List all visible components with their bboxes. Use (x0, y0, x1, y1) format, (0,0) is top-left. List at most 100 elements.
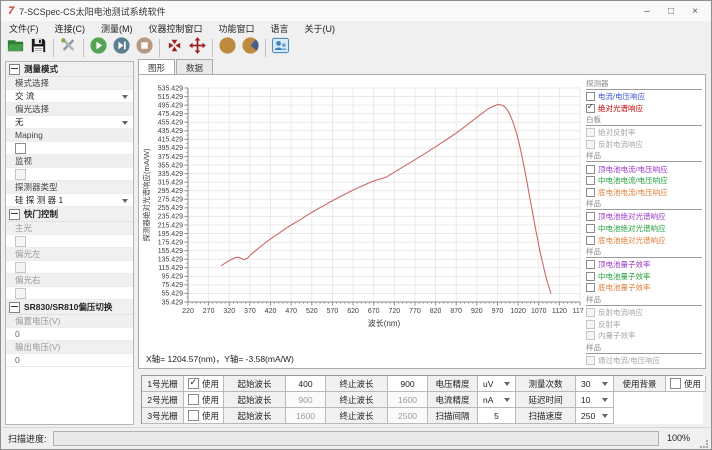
step-forward-button[interactable] (111, 38, 132, 58)
cell-value[interactable]: 900 (286, 392, 326, 408)
cell-checkbox[interactable]: 使用 (184, 408, 224, 424)
save-button[interactable] (28, 38, 49, 58)
svg-text:470: 470 (285, 308, 297, 315)
menu-item-about[interactable]: 关于(U) (297, 22, 344, 35)
collapse-icon[interactable] (9, 64, 20, 75)
measure-option[interactable]: 底电池绝对光谱响应 (586, 234, 702, 246)
cell-dropdown[interactable]: 30 (576, 376, 614, 392)
chevron-down-icon (602, 398, 608, 402)
collapse-icon[interactable] (9, 302, 20, 313)
bias-voltage-input[interactable]: 0 (6, 328, 133, 341)
detector-type-label: 探测器类型 (6, 181, 133, 194)
measure-option[interactable]: 底电池量子效率 (586, 282, 702, 294)
svg-text:115.429: 115.429 (158, 265, 183, 272)
collapse-icon[interactable] (9, 209, 20, 220)
measure-option[interactable]: 顶电池电流/电压响应 (586, 163, 702, 175)
pie-chart-button[interactable] (240, 38, 261, 58)
measure-option[interactable]: 中电池电流/电压响应 (586, 175, 702, 187)
checkbox-icon[interactable] (586, 212, 595, 221)
tools-button[interactable] (58, 38, 79, 58)
cell-value[interactable]: 1600 (286, 408, 326, 424)
open-folder-button[interactable] (5, 38, 26, 58)
checkbox-icon[interactable] (586, 272, 595, 281)
user-icon (271, 36, 290, 60)
section-header-shutter-control[interactable]: 快门控制 (6, 207, 133, 222)
section-header-measure-mode[interactable]: 测量模式 (6, 62, 133, 77)
checkbox-icon[interactable] (586, 283, 595, 292)
maping-checkbox[interactable] (6, 142, 133, 155)
checkbox-icon[interactable] (586, 104, 595, 113)
cell-dropdown[interactable]: uV (478, 376, 516, 392)
checkbox-icon (586, 356, 595, 365)
measure-group-title: 探测器 (586, 78, 702, 90)
measure-circle-button[interactable] (217, 38, 238, 58)
measure-option[interactable]: 顶电池量子效率 (586, 259, 702, 271)
cell-checkbox[interactable]: 使用 (184, 376, 224, 392)
svg-text:探测器绝对光谱响应(mA/W): 探测器绝对光谱响应(mA/W) (141, 148, 151, 241)
minimize-button[interactable]: – (635, 6, 659, 17)
checkbox-icon[interactable] (586, 92, 595, 101)
stop-button[interactable] (134, 38, 155, 58)
detector-type-dropdown[interactable]: 硅 探 测 器 1 (6, 194, 133, 207)
svg-text:95.429: 95.429 (162, 274, 184, 281)
checkbox-icon[interactable] (586, 176, 595, 185)
move-arrows-button[interactable] (187, 38, 208, 58)
measure-option[interactable]: 底电池电流/电压响应 (586, 187, 702, 199)
mode-select-dropdown[interactable]: 交 流 (6, 90, 133, 103)
measure-option: 反射率 (586, 318, 702, 330)
maximize-button[interactable]: □ (659, 6, 683, 17)
measure-option[interactable]: 电流/电压响应 (586, 91, 702, 103)
cell-value[interactable]: 400 (286, 376, 326, 392)
tab-data[interactable]: 数据 (176, 59, 213, 74)
toolbar-separator (212, 39, 213, 57)
checkbox-icon[interactable] (586, 165, 595, 174)
measure-option[interactable]: 绝对光谱响应 (586, 103, 702, 115)
cell-label: 延迟时间 (516, 392, 576, 408)
menu-item-instrument-window[interactable]: 仪器控制窗口 (141, 22, 211, 35)
cell-checkbox[interactable]: 使用 (184, 392, 224, 408)
cell-dropdown[interactable]: nA (478, 392, 516, 408)
measure-option[interactable]: 中电池量子效率 (586, 271, 702, 283)
collapse-arrows-button[interactable] (164, 38, 185, 58)
measure-option: 反射电流响应 (586, 307, 702, 319)
close-button[interactable]: × (683, 6, 707, 17)
checkbox-icon[interactable] (586, 260, 595, 269)
output-voltage-input[interactable]: 0 (6, 354, 133, 367)
cell-value[interactable]: 1600 (388, 392, 428, 408)
cell-checkbox[interactable]: 使用 (666, 376, 706, 392)
checkbox-icon[interactable] (188, 378, 199, 389)
section-header-sr830-bias[interactable]: SR830/SR810偏压切换 (6, 300, 133, 315)
measure-option[interactable]: 顶电池绝对光谱响应 (586, 211, 702, 223)
cell-value[interactable]: 5 (478, 408, 516, 424)
user-button[interactable] (270, 38, 291, 58)
measure-option: 内量子效率 (586, 330, 702, 342)
cell-dropdown[interactable]: 10 (576, 392, 614, 408)
checkbox-icon[interactable] (586, 236, 595, 245)
svg-text:55.429: 55.429 (162, 291, 184, 298)
cell-text: nA (483, 395, 493, 405)
menu-item-connect[interactable]: 连接(C) (47, 22, 94, 35)
checkbox-icon[interactable] (586, 224, 595, 233)
checkbox-icon[interactable] (586, 188, 595, 197)
checkbox-icon[interactable] (188, 394, 199, 405)
svg-text:235.429: 235.429 (158, 214, 183, 221)
menu-item-language[interactable]: 语言 (263, 22, 297, 35)
measure-option[interactable]: 中电池绝对光谱响应 (586, 223, 702, 235)
checkbox-icon[interactable] (188, 410, 199, 421)
svg-text:535.429: 535.429 (158, 85, 183, 92)
tab-graph[interactable]: 图形 (138, 59, 175, 74)
bias-light-select-dropdown[interactable]: 无 (6, 116, 133, 129)
resize-grip[interactable] (700, 440, 708, 448)
checkbox-icon[interactable] (15, 143, 26, 154)
cell-value[interactable]: 2500 (388, 408, 428, 424)
play-button[interactable] (88, 38, 109, 58)
cell-value[interactable]: 900 (388, 376, 428, 392)
dropdown-value: 无 (15, 116, 24, 128)
cell-dropdown[interactable]: 250 (576, 408, 614, 424)
checkbox-icon[interactable] (670, 378, 681, 389)
cell-text: 900 (298, 395, 312, 405)
menu-item-file[interactable]: 文件(F) (1, 22, 47, 35)
menu-item-measure[interactable]: 测量(M) (93, 22, 141, 35)
svg-text:335.429: 335.429 (158, 171, 183, 178)
menu-item-function-window[interactable]: 功能窗口 (211, 22, 263, 35)
